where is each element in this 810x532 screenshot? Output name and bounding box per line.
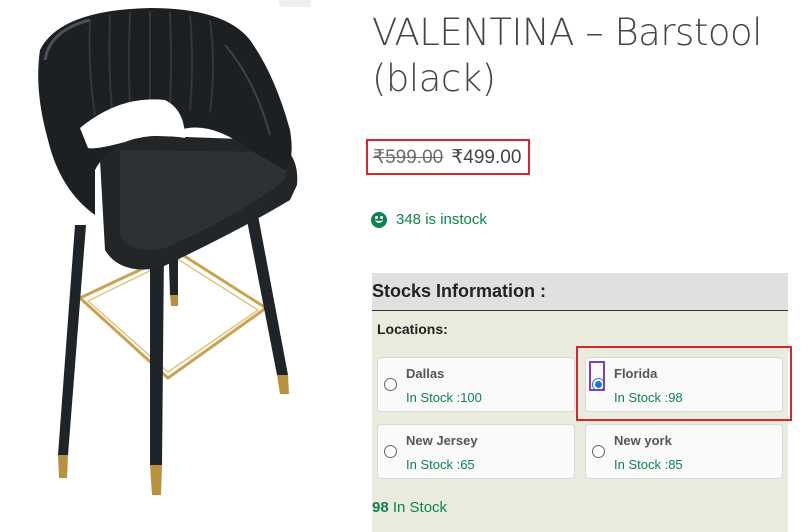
location-card-new-jersey[interactable]: New Jersey In Stock :65 [377, 424, 575, 479]
locations-label: Locations: [377, 321, 448, 337]
location-card-dallas[interactable]: Dallas In Stock :100 [377, 357, 575, 412]
location-radio-dallas[interactable] [384, 378, 397, 391]
location-name: Dallas [406, 366, 445, 381]
price-new: ₹499.00 [451, 146, 522, 168]
selected-stock-count: 98 [372, 499, 389, 516]
product-image[interactable] [0, 0, 340, 532]
selected-stock-label: In Stock [388, 499, 448, 516]
location-name: New york [614, 433, 672, 448]
location-qty: In Stock :85 [614, 457, 683, 472]
price-highlight: ₹599.00 ₹499.00 [366, 139, 530, 175]
stock-status-text: 348 is instock [396, 211, 487, 228]
radio-focus-ring [589, 361, 605, 391]
stock-status: 348 is instock [371, 211, 487, 228]
product-gallery [0, 0, 340, 532]
location-qty: In Stock :65 [406, 457, 475, 472]
magnify-icon[interactable] [279, 0, 311, 7]
location-radio-new-york[interactable] [592, 445, 605, 458]
smiley-icon [371, 211, 387, 228]
price-old: ₹599.00 [373, 146, 444, 168]
stocks-heading: Stocks Information : [372, 273, 788, 311]
location-card-new-york[interactable]: New york In Stock :85 [585, 424, 783, 479]
product-title: VALENTINA – Barstool (black) [372, 11, 762, 100]
location-qty: In Stock :100 [406, 390, 482, 405]
location-name: New Jersey [406, 433, 478, 448]
selected-stock: 98 In Stock [372, 499, 447, 516]
florida-highlight [576, 346, 792, 421]
location-radio-new-jersey[interactable] [384, 445, 397, 458]
